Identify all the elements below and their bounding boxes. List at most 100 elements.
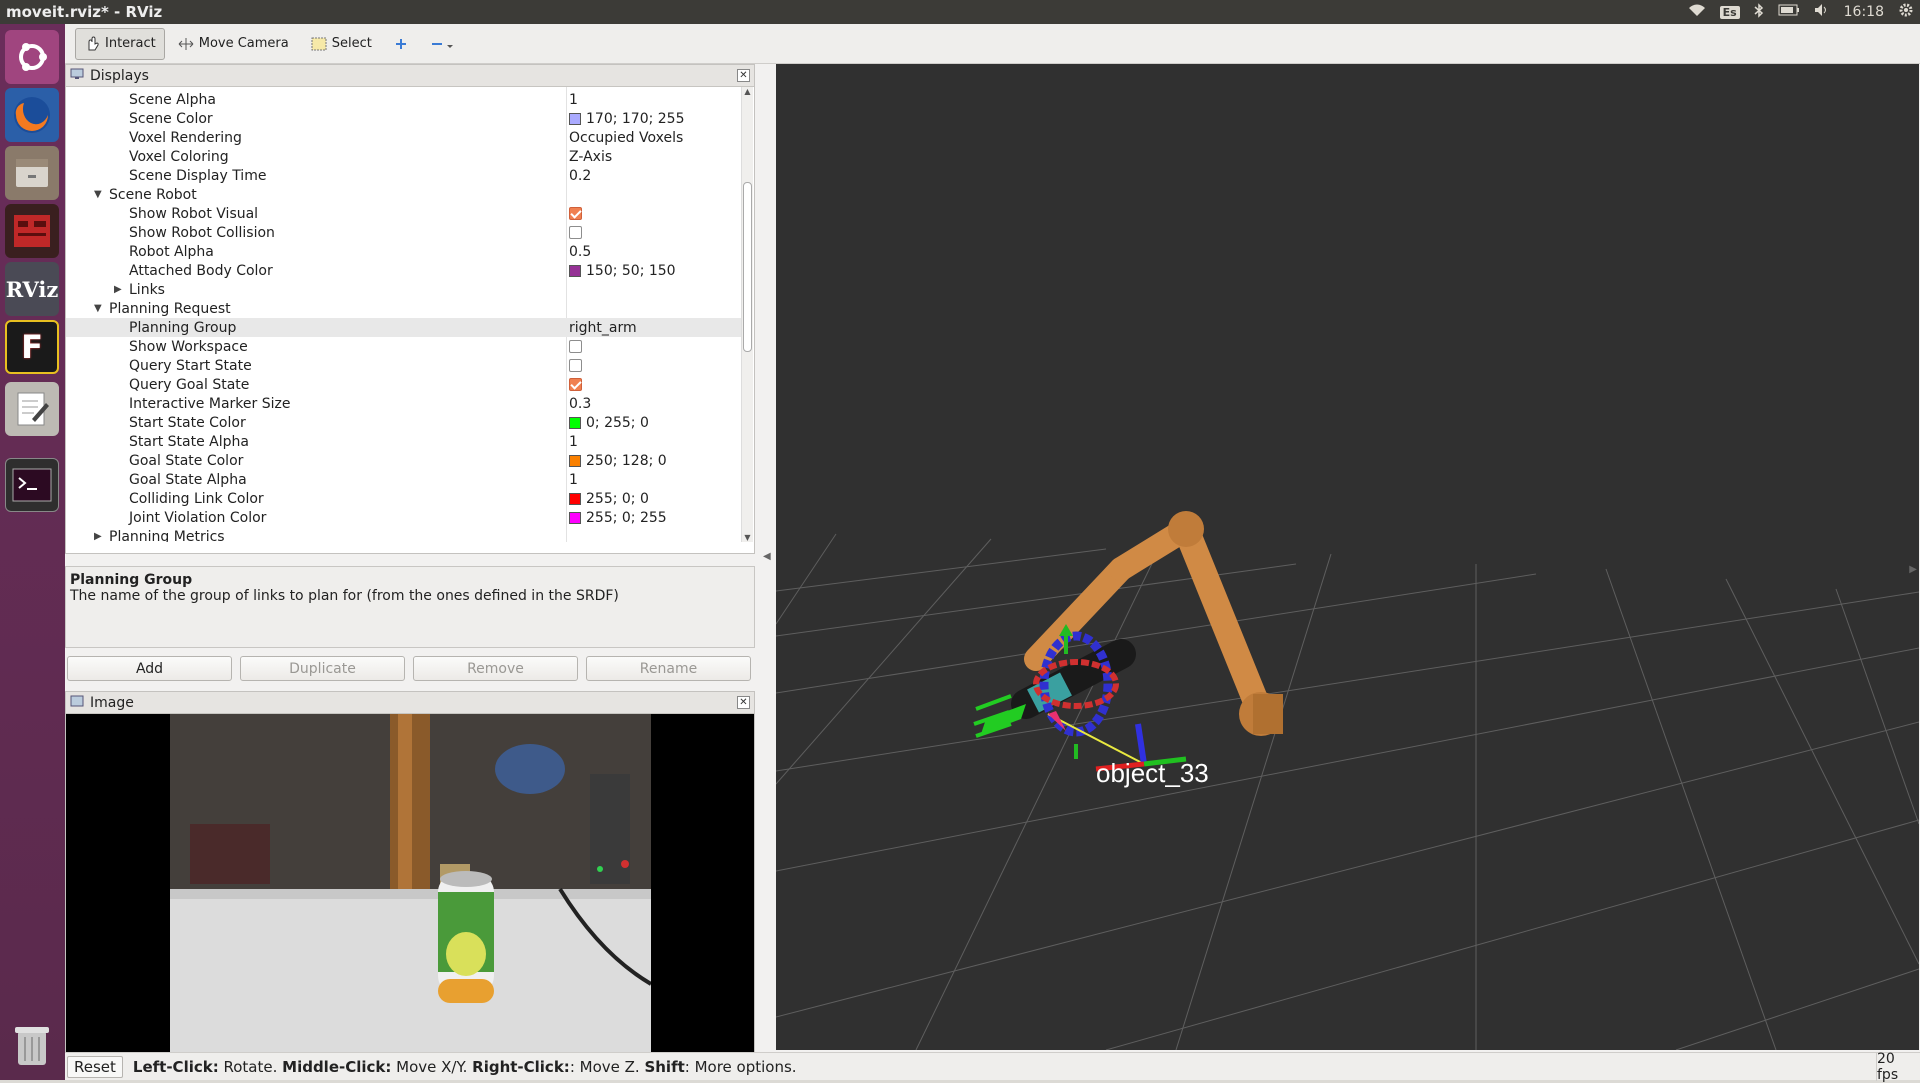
move-camera-icon: [178, 37, 194, 51]
expanded-arrow-icon[interactable]: ▼: [94, 189, 102, 200]
tree-row[interactable]: Query Goal State: [66, 375, 742, 394]
tree-row[interactable]: Start State Alpha 1: [66, 432, 742, 451]
interact-tool-button[interactable]: Interact: [75, 27, 165, 60]
files-icon[interactable]: [5, 146, 59, 200]
display-buttons: Add Duplicate Remove Rename: [65, 656, 755, 682]
mouse-hint: Left-Click: Rotate. Middle-Click: Move X…: [132, 1057, 797, 1076]
fps-counter: 20 fps: [1876, 1051, 1920, 1083]
tree-row[interactable]: Interactive Marker Size 0.3: [66, 394, 742, 413]
tree-row[interactable]: Scene Display Time 0.2: [66, 166, 742, 185]
close-icon[interactable]: ✕: [737, 696, 750, 709]
tree-row[interactable]: Scene Alpha 1: [66, 90, 742, 109]
image-title: Image: [90, 694, 134, 711]
select-label: Select: [331, 36, 372, 51]
tree-row[interactable]: Goal State Alpha 1: [66, 470, 742, 489]
tree-row-group[interactable]: ▶ Planning Metrics: [66, 527, 742, 543]
color-swatch: [569, 454, 581, 467]
move-camera-label: Move Camera: [198, 36, 289, 51]
displays-panel: Displays ✕ Scene Alpha 1 Scene Color 170…: [65, 64, 755, 554]
terminal-icon[interactable]: [5, 458, 59, 512]
show-robot-visual-checkbox[interactable]: [569, 207, 582, 220]
interact-label: Interact: [105, 36, 156, 51]
collapsed-arrow-icon[interactable]: ▶: [114, 284, 122, 295]
tree-row[interactable]: Show Robot Collision: [66, 223, 742, 242]
show-workspace-checkbox[interactable]: [569, 340, 582, 353]
tree-row[interactable]: Scene Color 170; 170; 255: [66, 109, 742, 128]
tree-row-group[interactable]: ▼ Scene Robot: [66, 185, 742, 204]
remove-button[interactable]: Remove: [413, 656, 578, 681]
trash-icon[interactable]: [5, 1018, 59, 1072]
monitor-icon: [70, 68, 84, 84]
battery-icon[interactable]: [1778, 4, 1800, 20]
firefox-icon[interactable]: [5, 88, 59, 142]
rviz-icon[interactable]: RViz: [5, 262, 59, 316]
displays-title: Displays: [90, 67, 149, 84]
tree-row[interactable]: Colliding Link Color 255; 0; 0: [66, 489, 742, 508]
tree-row[interactable]: Joint Violation Color 255; 0; 255: [66, 508, 742, 527]
settings-gear-icon[interactable]: [1898, 2, 1914, 22]
3d-render-view[interactable]: object_33 ▶: [776, 64, 1919, 1050]
scroll-down-arrow-icon[interactable]: ▼: [742, 533, 753, 542]
add-tool-button[interactable]: [385, 28, 417, 60]
remove-tool-button[interactable]: [421, 28, 465, 60]
property-description: Planning Group The name of the group of …: [65, 566, 755, 648]
description-title: Planning Group: [70, 572, 193, 588]
clock[interactable]: 16:18: [1844, 4, 1884, 20]
camera-image: [170, 714, 651, 1073]
red-app-icon[interactable]: [5, 204, 59, 258]
ubuntu-dash-icon[interactable]: [5, 30, 59, 84]
volume-icon[interactable]: [1814, 3, 1830, 21]
text-editor-icon[interactable]: [5, 382, 59, 436]
tree-row[interactable]: Robot Alpha 0.5: [66, 242, 742, 261]
add-button[interactable]: Add: [67, 656, 232, 681]
rviz-window: Interact Move Camera Select Displays ✕ S…: [65, 24, 1920, 1083]
plus-icon: [394, 37, 408, 51]
tree-row-group[interactable]: ▶ Links: [66, 280, 742, 299]
query-start-state-checkbox[interactable]: [569, 359, 582, 372]
tree-row-selected[interactable]: Planning Group right_arm: [66, 318, 742, 337]
window-title: moveit.rviz* - RViz: [6, 3, 163, 21]
image-panel-title: Image ✕: [66, 692, 754, 714]
color-swatch: [569, 492, 581, 505]
hand-pointer-icon: [84, 35, 100, 52]
status-bar: Reset Left-Click: Rotate. Middle-Click: …: [65, 1051, 1920, 1083]
wifi-icon[interactable]: [1688, 3, 1706, 21]
close-icon[interactable]: ✕: [737, 69, 750, 82]
minus-icon: [430, 37, 456, 51]
tree-row[interactable]: Attached Body Color 150; 50; 150: [66, 261, 742, 280]
duplicate-button[interactable]: Duplicate: [240, 656, 405, 681]
expanded-arrow-icon[interactable]: ▼: [94, 303, 102, 314]
tree-row[interactable]: Show Robot Visual: [66, 204, 742, 223]
displays-panel-title: Displays ✕: [66, 65, 754, 87]
tree-row[interactable]: Show Workspace: [66, 337, 742, 356]
scroll-up-arrow-icon[interactable]: ▲: [742, 87, 753, 96]
tree-row[interactable]: Voxel Coloring Z-Axis: [66, 147, 742, 166]
tree-row[interactable]: Goal State Color 250; 128; 0: [66, 451, 742, 470]
color-swatch: [569, 264, 581, 277]
vertical-scrollbar[interactable]: ▲ ▼: [741, 87, 753, 542]
keyboard-layout-indicator[interactable]: Es: [1719, 5, 1740, 19]
image-icon: [70, 695, 84, 711]
tree-row-group[interactable]: ▼ Planning Request: [66, 299, 742, 318]
collapse-left-arrow-icon[interactable]: ◀: [763, 551, 771, 562]
collapse-right-arrow-icon[interactable]: ▶: [1909, 564, 1917, 575]
select-tool-button[interactable]: Select: [302, 28, 381, 60]
color-swatch: [569, 511, 581, 524]
collapsed-arrow-icon[interactable]: ▶: [94, 531, 102, 542]
tree-row[interactable]: Query Start State: [66, 356, 742, 375]
tree-row[interactable]: Start State Color 0; 255; 0: [66, 413, 742, 432]
color-swatch: [569, 112, 581, 125]
displays-tree: Scene Alpha 1 Scene Color 170; 170; 255 …: [66, 87, 742, 542]
bluetooth-icon[interactable]: [1754, 2, 1764, 22]
color-swatch: [569, 416, 581, 429]
description-text: The name of the group of links to plan f…: [70, 588, 619, 604]
scrollbar-thumb[interactable]: [743, 182, 752, 352]
reset-button[interactable]: Reset: [67, 1055, 123, 1078]
show-robot-collision-checkbox[interactable]: [569, 226, 582, 239]
rename-button[interactable]: Rename: [586, 656, 751, 681]
move-camera-tool-button[interactable]: Move Camera: [169, 28, 298, 60]
query-goal-state-checkbox[interactable]: [569, 378, 582, 391]
tree-row[interactable]: Voxel Rendering Occupied Voxels: [66, 128, 742, 147]
select-rect-icon: [311, 37, 327, 51]
f-app-icon[interactable]: F: [5, 320, 59, 374]
